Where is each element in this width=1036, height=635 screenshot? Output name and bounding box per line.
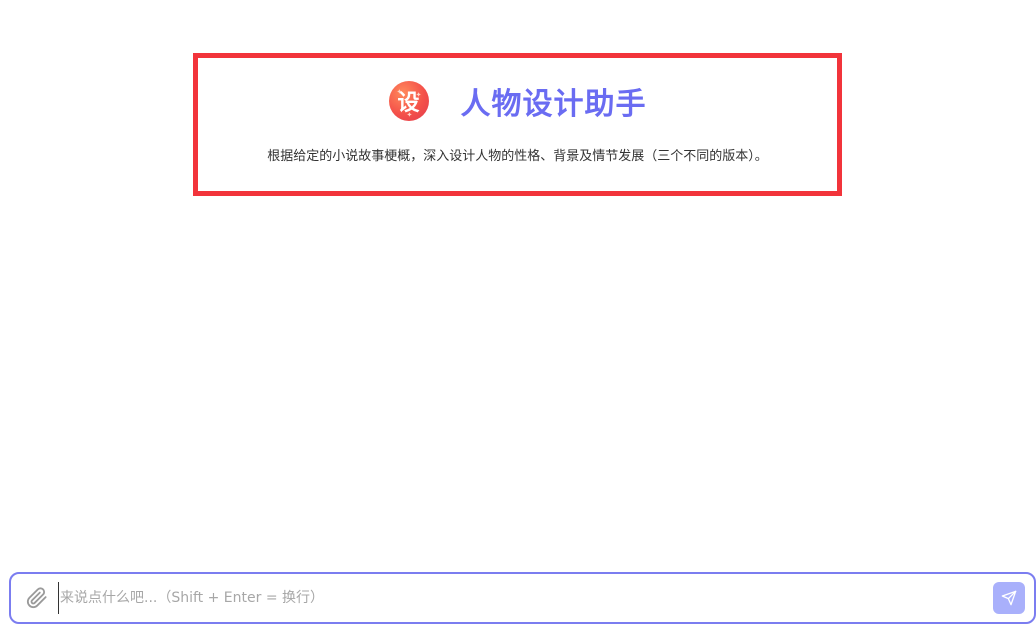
assistant-intro-card: ✦ ✦ ✦ 设 人物设计助手 根据给定的小说故事梗概，深入设计人物的性格、背景及… — [193, 53, 842, 196]
send-button[interactable] — [993, 582, 1025, 614]
assistant-title: 人物设计助手 — [460, 87, 647, 122]
sparkle-icon: ✦ — [406, 111, 413, 119]
paperclip-icon — [26, 587, 47, 609]
message-composer — [9, 572, 1036, 624]
assistant-avatar: ✦ ✦ ✦ 设 — [388, 81, 429, 121]
send-icon — [1001, 590, 1017, 606]
assistant-title-row: ✦ ✦ ✦ 设 人物设计助手 — [198, 76, 837, 126]
sparkle-icon: ✦ — [415, 91, 422, 99]
message-input[interactable] — [58, 582, 993, 614]
sparkle-icon: ✦ — [396, 88, 403, 96]
assistant-description: 根据给定的小说故事梗概，深入设计人物的性格、背景及情节发展（三个不同的版本）。 — [267, 149, 768, 164]
attach-button[interactable] — [22, 583, 52, 613]
chat-page: ✦ ✦ ✦ 设 人物设计助手 根据给定的小说故事梗概，深入设计人物的性格、背景及… — [0, 0, 1036, 635]
